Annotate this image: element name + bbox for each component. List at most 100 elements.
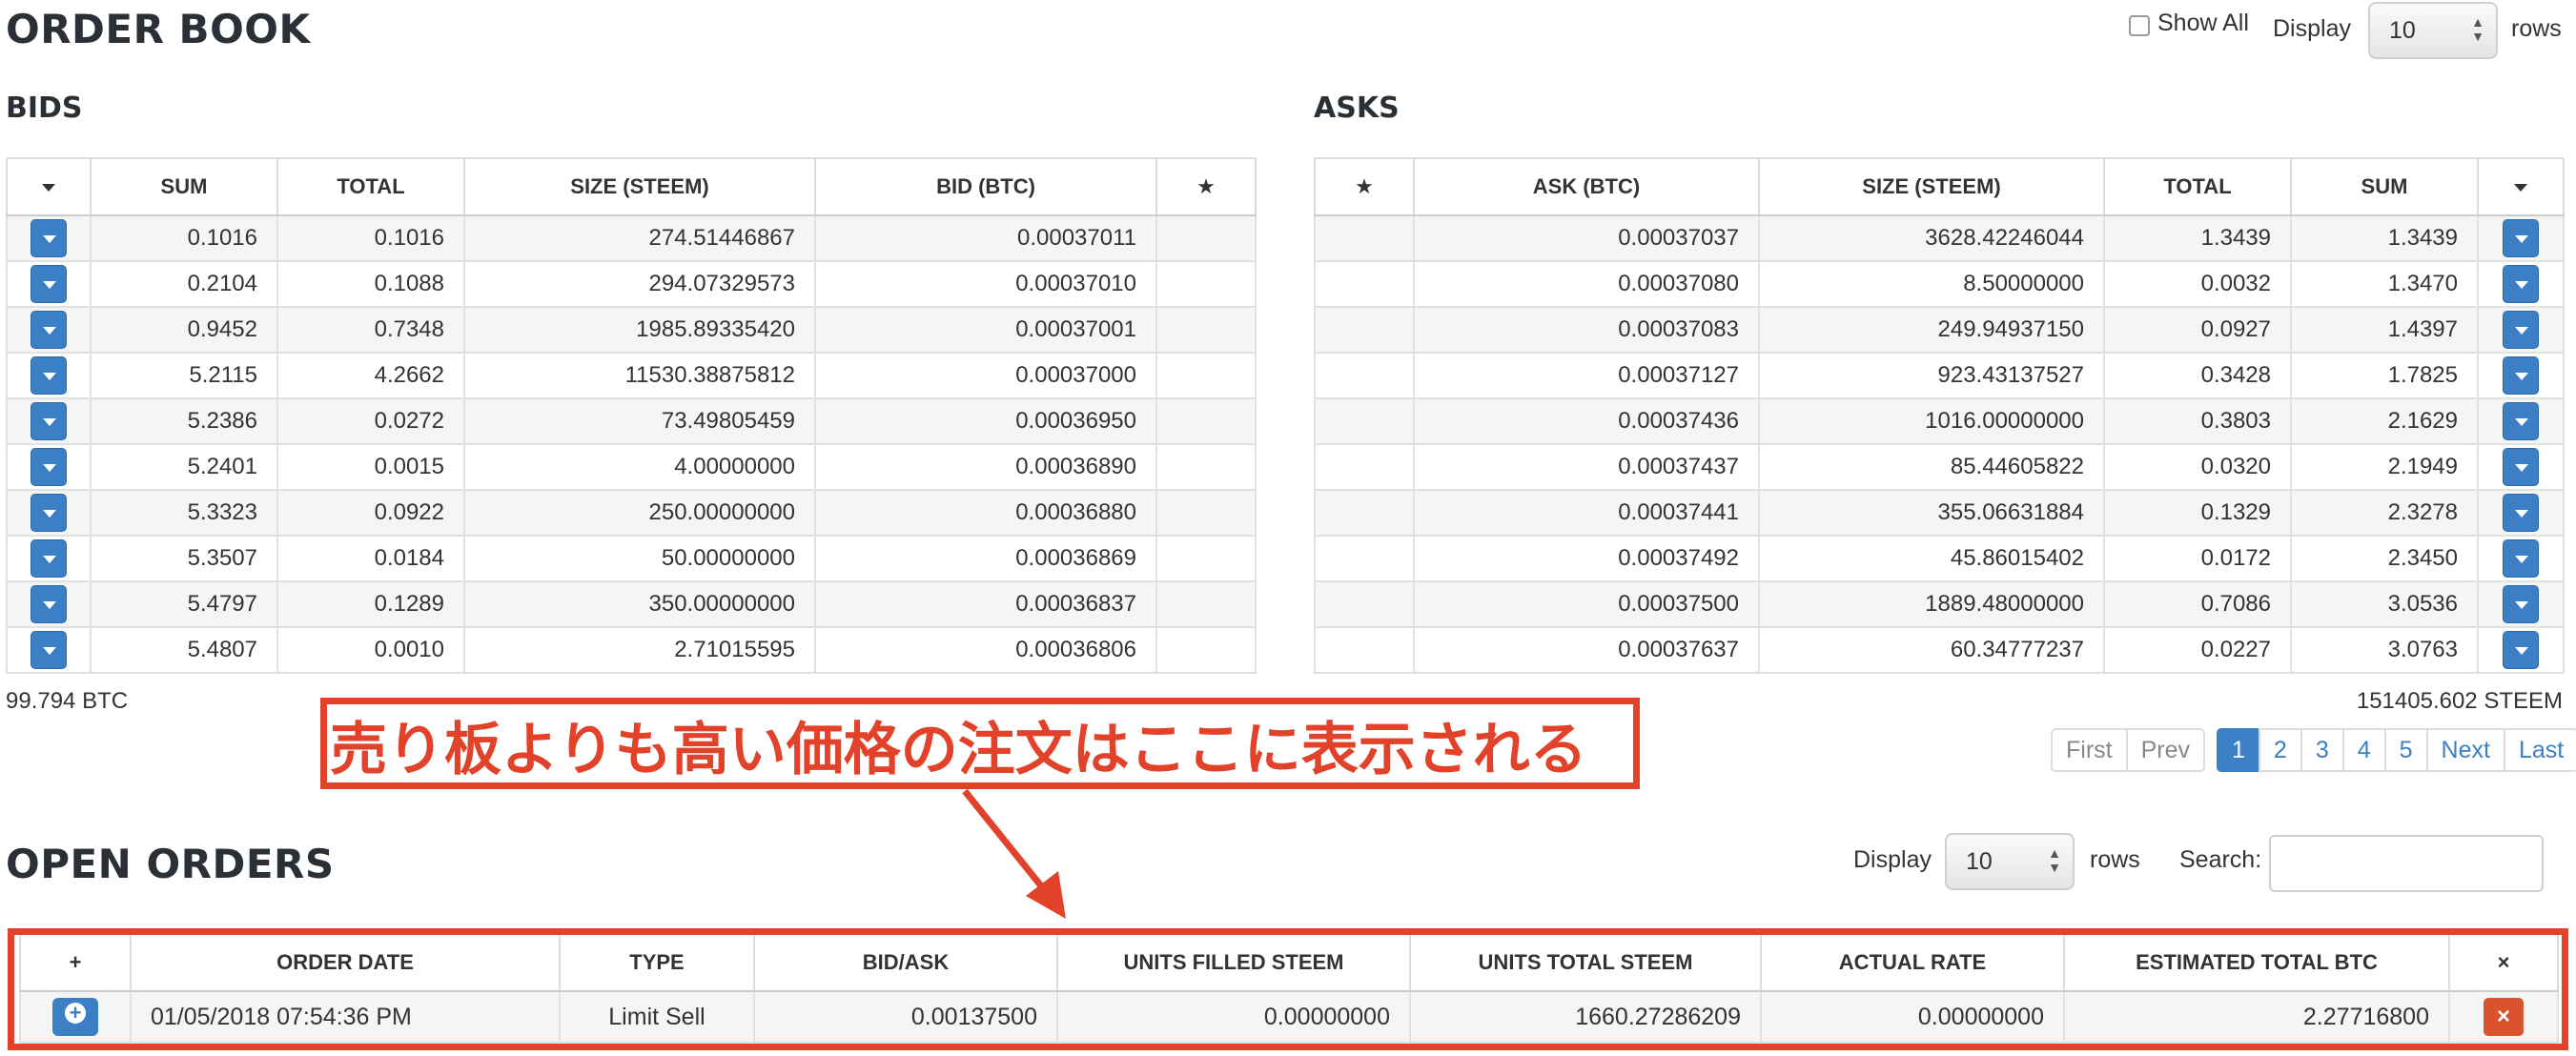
bid-price: 0.00036880 (814, 489, 1157, 537)
bid-row-dropdown-button[interactable] (31, 585, 67, 623)
ask-favorite-cell[interactable] (1314, 443, 1415, 491)
ask-row-dropdown-button[interactable] (2503, 402, 2539, 440)
page-next-button[interactable]: Next (2425, 728, 2505, 772)
bid-row-dropdown-button[interactable] (31, 311, 67, 349)
ask-favorite-cell[interactable] (1314, 397, 1415, 445)
search-input[interactable] (2269, 835, 2544, 892)
bid-price: 0.00036890 (814, 443, 1157, 491)
bid-price: 0.00036806 (814, 626, 1157, 674)
bid-favorite-cell[interactable] (1155, 535, 1257, 582)
caret-down-icon (42, 184, 55, 193)
ask-favorite-cell[interactable] (1314, 580, 1415, 628)
bids-col-sum[interactable]: SUM (90, 157, 278, 216)
ask-size: 355.06631884 (1758, 489, 2105, 537)
page-5-button[interactable]: 5 (2383, 728, 2428, 772)
bid-sum: 0.9452 (90, 306, 278, 354)
bid-favorite-cell[interactable] (1155, 306, 1257, 354)
bid-size: 350.00000000 (463, 580, 816, 628)
bid-total: 0.0010 (276, 626, 465, 674)
asks-col-ask[interactable]: ASK (BTC) (1413, 157, 1760, 216)
bid-favorite-cell[interactable] (1155, 260, 1257, 308)
ask-size: 3628.42246044 (1758, 214, 2105, 262)
bid-size: 11530.38875812 (463, 352, 816, 399)
bid-favorite-cell[interactable] (1155, 489, 1257, 537)
bid-favorite-cell[interactable] (1155, 397, 1257, 445)
ask-total: 0.1329 (2103, 489, 2292, 537)
ask-price: 0.00037492 (1413, 535, 1760, 582)
ask-row-dropdown-button[interactable] (2503, 631, 2539, 669)
ask-row-dropdown-button[interactable] (2503, 356, 2539, 395)
show-all-checkbox[interactable] (2129, 15, 2150, 36)
page-prev-button[interactable]: Prev (2125, 728, 2206, 772)
open-orders-rows-select[interactable]: 10 ▲ ▼ (1945, 833, 2075, 890)
rows-label: rows (2511, 15, 2562, 42)
asks-col-size[interactable]: SIZE (STEEM) (1758, 157, 2105, 216)
select-arrows-icon: ▲ ▼ (2471, 14, 2484, 44)
bid-favorite-cell[interactable] (1155, 580, 1257, 628)
ask-price: 0.00037637 (1413, 626, 1760, 674)
ask-row-dropdown-button[interactable] (2503, 219, 2539, 257)
ask-favorite-cell[interactable] (1314, 306, 1415, 354)
bid-row-dropdown-button[interactable] (31, 539, 67, 578)
page-1-button[interactable]: 1 (2217, 728, 2260, 772)
ask-favorite-cell[interactable] (1314, 535, 1415, 582)
ask-row: 0.00037436 1016.00000000 0.3803 2.1629 (1314, 397, 2565, 445)
ask-total: 1.3439 (2103, 214, 2292, 262)
asks-sort-header[interactable] (2477, 157, 2565, 216)
bid-sum: 5.3323 (90, 489, 278, 537)
asks-col-sum[interactable]: SUM (2290, 157, 2479, 216)
bid-favorite-cell[interactable] (1155, 443, 1257, 491)
ask-sum: 2.3278 (2290, 489, 2479, 537)
page-3-button[interactable]: 3 (2300, 728, 2344, 772)
bid-row-dropdown-button[interactable] (31, 356, 67, 395)
bid-favorite-cell[interactable] (1155, 214, 1257, 262)
page-first-button[interactable]: First (2051, 728, 2128, 772)
bid-row-dropdown-button[interactable] (31, 265, 67, 303)
ask-favorite-cell[interactable] (1314, 352, 1415, 399)
ask-row-dropdown-button[interactable] (2503, 585, 2539, 623)
ask-row-dropdown-button[interactable] (2503, 494, 2539, 532)
page-2-button[interactable]: 2 (2258, 728, 2302, 772)
bid-favorite-cell[interactable] (1155, 626, 1257, 674)
bid-size: 250.00000000 (463, 489, 816, 537)
star-icon: ★ (1196, 174, 1216, 198)
bid-sum: 5.2401 (90, 443, 278, 491)
bid-row-dropdown-button[interactable] (31, 448, 67, 486)
bids-col-size[interactable]: SIZE (STEEM) (463, 157, 816, 216)
bid-price: 0.00037000 (814, 352, 1157, 399)
ask-total: 0.0320 (2103, 443, 2292, 491)
page-4-button[interactable]: 4 (2341, 728, 2386, 772)
page-last-button[interactable]: Last (2503, 728, 2576, 772)
bid-sum: 0.2104 (90, 260, 278, 308)
ask-sum: 1.3439 (2290, 214, 2479, 262)
bid-price: 0.00036837 (814, 580, 1157, 628)
bids-sort-header[interactable] (6, 157, 92, 216)
bid-sum: 5.2386 (90, 397, 278, 445)
ask-row-dropdown-button[interactable] (2503, 311, 2539, 349)
bid-favorite-cell[interactable] (1155, 352, 1257, 399)
bid-row-dropdown-button[interactable] (31, 402, 67, 440)
ask-total: 0.0227 (2103, 626, 2292, 674)
asks-favorite-header[interactable]: ★ (1314, 157, 1415, 216)
ask-favorite-cell[interactable] (1314, 260, 1415, 308)
bids-col-bid[interactable]: BID (BTC) (814, 157, 1157, 216)
order-book-rows-select[interactable]: 10 ▲ ▼ (2368, 2, 2498, 59)
bid-total: 0.0015 (276, 443, 465, 491)
ask-favorite-cell[interactable] (1314, 489, 1415, 537)
ask-row-dropdown-button[interactable] (2503, 448, 2539, 486)
ask-sum: 2.1949 (2290, 443, 2479, 491)
bid-row-dropdown-button[interactable] (31, 494, 67, 532)
ask-favorite-cell[interactable] (1314, 626, 1415, 674)
bid-sum: 5.3507 (90, 535, 278, 582)
bid-row-dropdown-button[interactable] (31, 219, 67, 257)
bids-total: 99.794 BTC (6, 688, 129, 714)
ask-row-dropdown-button[interactable] (2503, 539, 2539, 578)
ask-size: 1016.00000000 (1758, 397, 2105, 445)
ask-favorite-cell[interactable] (1314, 214, 1415, 262)
bids-col-total[interactable]: TOTAL (276, 157, 465, 216)
bids-favorite-header[interactable]: ★ (1155, 157, 1257, 216)
asks-col-total[interactable]: TOTAL (2103, 157, 2292, 216)
ask-row-dropdown-button[interactable] (2503, 265, 2539, 303)
bid-row-dropdown-button[interactable] (31, 631, 67, 669)
ask-price: 0.00037437 (1413, 443, 1760, 491)
